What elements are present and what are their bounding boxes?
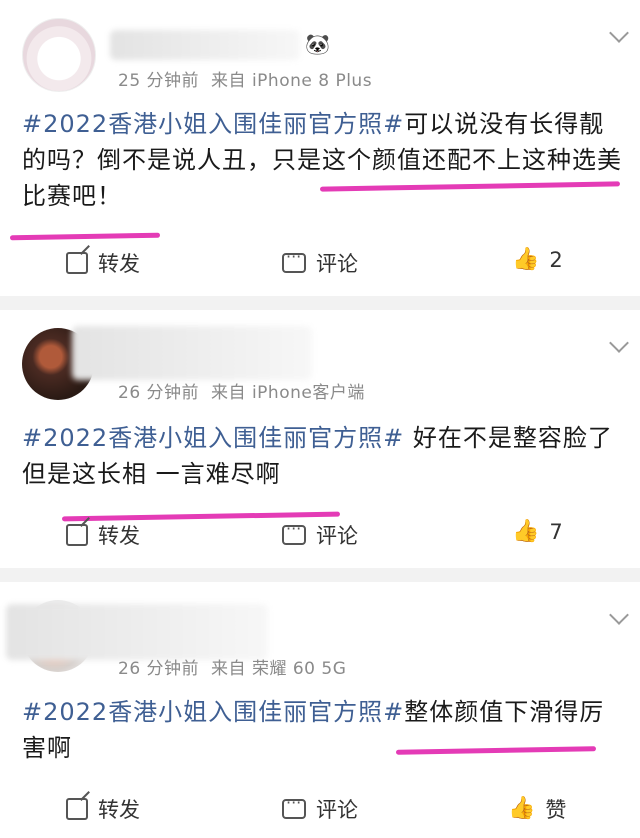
action-bar: 转发 评论 👍 赞 [0, 793, 640, 834]
post-text: #2022香港小姐入围佳丽官方照# 好在不是整容脸了 但是这长相 一言难尽啊 [22, 420, 622, 492]
comment-button[interactable]: 评论 [282, 793, 358, 824]
avatar[interactable] [22, 18, 96, 92]
chevron-down-icon[interactable] [609, 333, 629, 353]
panda-emoji-icon: 🐼 [305, 32, 330, 56]
comment-bubble-icon [282, 793, 306, 819]
post-meta: 26 分钟前 来自 iPhone客户端 [118, 378, 365, 403]
post-separator [0, 296, 640, 310]
post-meta: 26 分钟前 来自 荣耀 60 5G [118, 654, 346, 679]
share-square-icon [66, 252, 88, 274]
like-button[interactable]: 👍 2 [512, 248, 563, 272]
chevron-down-icon[interactable] [609, 605, 629, 625]
repost-button[interactable]: 转发 [66, 794, 140, 824]
thumbs-up-icon: 👍 [512, 519, 540, 544]
comment-bubble-icon [282, 519, 306, 545]
hashtag-link[interactable]: #2022香港小姐入围佳丽官方照# [22, 698, 404, 726]
post-source: 来自 荣耀 60 5G [211, 659, 347, 679]
comment-bubble-icon [282, 247, 306, 273]
username-blurred[interactable] [6, 604, 268, 660]
post-card-1: 🐼 25 分钟前 来自 iPhone 8 Plus #2022香港小姐入围佳丽官方… [0, 0, 640, 296]
post-source: 来自 iPhone客户端 [211, 383, 365, 403]
thumbs-up-icon: 👍 [508, 796, 536, 821]
comment-label: 评论 [316, 252, 358, 276]
thumbs-up-icon: 👍 [512, 247, 540, 272]
repost-label: 转发 [98, 798, 140, 822]
post-separator [0, 568, 640, 582]
post-text: #2022香港小姐入围佳丽官方照#可以说没有长得靓的吗？倒不是说人丑，只是这个颜… [22, 106, 622, 214]
post-time: 25 分钟前 [118, 71, 200, 91]
chevron-down-icon[interactable] [609, 23, 629, 43]
action-bar: 转发 评论 👍 2 [0, 247, 640, 288]
like-count: 2 [549, 248, 563, 272]
post-meta: 25 分钟前 来自 iPhone 8 Plus [118, 66, 372, 91]
repost-button[interactable]: 转发 [66, 248, 140, 278]
comment-button[interactable]: 评论 [282, 247, 358, 278]
like-count: 7 [549, 520, 563, 544]
post-text: #2022香港小姐入围佳丽官方照#整体颜值下滑得厉害啊 [22, 694, 622, 766]
share-square-icon [66, 524, 88, 546]
repost-button[interactable]: 转发 [66, 520, 140, 550]
hashtag-link[interactable]: #2022香港小姐入围佳丽官方照# [22, 424, 404, 452]
post-card-2: 26 分钟前 来自 iPhone客户端 #2022香港小姐入围佳丽官方照# 好在不… [0, 310, 640, 568]
like-label: 赞 [545, 798, 567, 822]
post-card-3: 26 分钟前 来自 荣耀 60 5G #2022香港小姐入围佳丽官方照#整体颜值下… [0, 582, 640, 838]
hashtag-link[interactable]: #2022香港小姐入围佳丽官方照# [22, 110, 404, 138]
like-button[interactable]: 👍 7 [512, 520, 563, 544]
action-bar: 转发 评论 👍 7 [0, 519, 640, 560]
comment-label: 评论 [316, 524, 358, 548]
share-square-icon [66, 798, 88, 820]
comment-button[interactable]: 评论 [282, 519, 358, 550]
username-blurred[interactable] [72, 326, 312, 380]
repost-label: 转发 [98, 252, 140, 276]
username-blurred[interactable] [110, 30, 300, 60]
repost-label: 转发 [98, 524, 140, 548]
post-time: 26 分钟前 [118, 383, 200, 403]
highlight-underline [9, 232, 161, 241]
post-source: 来自 iPhone 8 Plus [211, 71, 373, 91]
comment-label: 评论 [316, 798, 358, 822]
post-time: 26 分钟前 [118, 659, 200, 679]
like-button[interactable]: 👍 赞 [508, 794, 566, 824]
